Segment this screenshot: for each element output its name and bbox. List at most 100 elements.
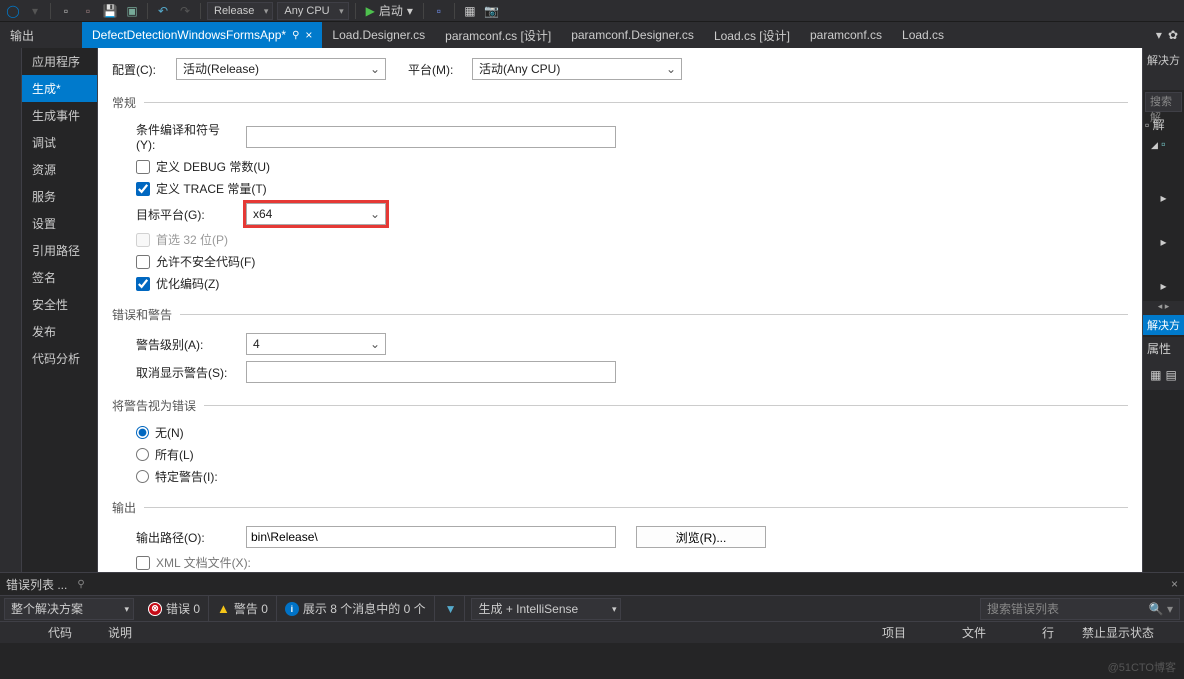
scroll-indicator[interactable]: ◂ ▸ bbox=[1143, 301, 1184, 315]
solution-explorer-panel: 解决方 搜索解 ▫ 解 ◢ ▫ ▸ ▸ ▸ ◂ ▸ 解决方 属性 ▦▤ bbox=[1142, 48, 1184, 572]
tabs-dropdown-icon[interactable]: ▾ bbox=[1156, 28, 1162, 42]
tree-expand-chevron-icon[interactable]: ▸ bbox=[1160, 191, 1166, 205]
define-trace-checkbox[interactable]: 定义 TRACE 常量(T) bbox=[136, 180, 1128, 197]
allow-unsafe-checkbox[interactable]: 允许不安全代码(F) bbox=[136, 253, 1128, 270]
solution-tree[interactable]: ▫ 解 ◢ ▫ ▸ ▸ ▸ bbox=[1143, 114, 1184, 301]
tabs-settings-icon[interactable]: ✿ bbox=[1168, 28, 1178, 42]
suppress-warn-input[interactable] bbox=[246, 361, 616, 383]
alphabetize-icon[interactable]: ▤ bbox=[1166, 368, 1177, 382]
sidebar-item-build[interactable]: 生成* bbox=[22, 75, 97, 102]
tab-paramconf-designer[interactable]: paramconf.Designer.cs bbox=[561, 22, 704, 48]
saveall-icon[interactable]: ▣ bbox=[123, 2, 141, 20]
nav-fwd-icon[interactable]: ▾ bbox=[26, 2, 44, 20]
save-icon[interactable]: 💾 bbox=[101, 2, 119, 20]
tree-expand-chevron-icon[interactable]: ▸ bbox=[1160, 235, 1166, 249]
header-file[interactable]: 文件 bbox=[954, 624, 1034, 641]
messages-filter-button[interactable]: i展示 8 个消息中的 0 个 bbox=[277, 596, 435, 622]
warn-level-label: 警告级别(A): bbox=[136, 336, 232, 353]
xml-doc-checkbox[interactable]: XML 文档文件(X): bbox=[136, 554, 1128, 571]
solution-explorer-tab[interactable]: 解决方 bbox=[1143, 315, 1184, 335]
sidebar-item-code-analysis[interactable]: 代码分析 bbox=[22, 345, 97, 372]
tool-icon-2[interactable]: ▦ bbox=[461, 2, 479, 20]
platform-dropdown[interactable]: 活动(Any CPU) bbox=[472, 58, 682, 80]
watermark-text: @51CTO博客 bbox=[1108, 659, 1176, 675]
tree-expand-icon[interactable]: ▫ bbox=[1145, 118, 1149, 132]
warn-err-all-radio[interactable]: 所有(L) bbox=[136, 446, 1128, 463]
properties-panel-title[interactable]: 属性 bbox=[1143, 337, 1184, 360]
tab-paramconf-design[interactable]: paramconf.cs [设计] bbox=[435, 22, 561, 48]
tab-paramconf-cs[interactable]: paramconf.cs bbox=[800, 22, 892, 48]
build-filter-dropdown[interactable]: 生成 + IntelliSense bbox=[471, 598, 621, 620]
properties-toolbar[interactable]: ▦▤ bbox=[1143, 360, 1184, 390]
sidebar-item-build-events[interactable]: 生成事件 bbox=[22, 102, 97, 129]
prefer-32bit-checkbox: 首选 32 位(P) bbox=[136, 231, 1128, 248]
warnings-filter-button[interactable]: ▲警告 0 bbox=[209, 596, 277, 622]
browse-button[interactable]: 浏览(R)... bbox=[636, 526, 766, 548]
categorize-icon[interactable]: ▦ bbox=[1150, 368, 1161, 382]
open-icon[interactable]: ▫ bbox=[79, 2, 97, 20]
solution-platform-dropdown[interactable]: Any CPU bbox=[277, 2, 348, 20]
close-icon[interactable]: × bbox=[305, 28, 312, 42]
tree-expand-chevron-icon[interactable]: ▸ bbox=[1160, 279, 1166, 293]
sidebar-item-services[interactable]: 服务 bbox=[22, 183, 97, 210]
tab-project-properties[interactable]: DefectDetectionWindowsFormsApp*⚲× bbox=[82, 22, 322, 48]
define-debug-checkbox[interactable]: 定义 DEBUG 常数(U) bbox=[136, 158, 1128, 175]
platform-label: 平台(M): bbox=[408, 61, 464, 78]
warn-err-specific-radio[interactable]: 特定警告(I): bbox=[136, 468, 1128, 485]
undo-icon[interactable]: ↶ bbox=[154, 2, 172, 20]
tree-collapse-icon[interactable]: ◢ bbox=[1151, 140, 1158, 150]
tab-load-designer[interactable]: Load.Designer.cs bbox=[322, 22, 435, 48]
sidebar-item-debug[interactable]: 调试 bbox=[22, 129, 97, 156]
build-settings-pane: 配置(C): 活动(Release) 平台(M): 活动(Any CPU) 常规… bbox=[98, 48, 1142, 572]
tool-icon-3[interactable]: 📷 bbox=[483, 2, 501, 20]
warn-level-dropdown[interactable]: 4 bbox=[246, 333, 386, 355]
tool-icon-1[interactable]: ▫ bbox=[430, 2, 448, 20]
section-warn-as-err-label: 将警告视为错误 bbox=[112, 397, 196, 414]
target-platform-dropdown[interactable]: x64 bbox=[246, 203, 386, 225]
sidebar-item-refpaths[interactable]: 引用路径 bbox=[22, 237, 97, 264]
errors-filter-button[interactable]: ⊗错误 0 bbox=[140, 596, 209, 622]
error-list-tab[interactable]: 错误列表 ... bbox=[6, 576, 67, 593]
sidebar-item-signing[interactable]: 签名 bbox=[22, 264, 97, 291]
left-tool-strip[interactable] bbox=[0, 48, 22, 572]
start-debug-button[interactable]: ▶启动 ▾ bbox=[362, 2, 417, 19]
warning-icon: ▲ bbox=[217, 601, 230, 616]
output-panel-label[interactable]: 输出 bbox=[0, 22, 82, 48]
sidebar-item-resources[interactable]: 资源 bbox=[22, 156, 97, 183]
target-platform-label: 目标平台(G): bbox=[136, 206, 232, 223]
config-label: 配置(C): bbox=[112, 61, 168, 78]
section-errors-label: 错误和警告 bbox=[112, 306, 172, 323]
optimize-code-checkbox[interactable]: 优化编码(Z) bbox=[136, 275, 1128, 292]
sidebar-item-application[interactable]: 应用程序 bbox=[22, 48, 97, 75]
sidebar-item-security[interactable]: 安全性 bbox=[22, 291, 97, 318]
nav-back-icon[interactable]: ◯ bbox=[4, 2, 22, 20]
close-panel-icon[interactable]: × bbox=[1171, 577, 1178, 591]
section-output-label: 输出 bbox=[112, 499, 136, 516]
solution-toolbar[interactable] bbox=[1143, 72, 1184, 90]
solution-config-dropdown[interactable]: Release bbox=[207, 2, 273, 20]
header-project[interactable]: 项目 bbox=[874, 624, 954, 641]
tab-load-design[interactable]: Load.cs [设计] bbox=[704, 22, 800, 48]
info-icon: i bbox=[285, 602, 299, 616]
tab-load-cs[interactable]: Load.cs bbox=[892, 22, 954, 48]
solution-search-input[interactable]: 搜索解 bbox=[1145, 92, 1182, 112]
header-line[interactable]: 行 bbox=[1034, 624, 1074, 641]
new-icon[interactable]: ▫ bbox=[57, 2, 75, 20]
search-icon: 🔍 ▾ bbox=[1149, 602, 1173, 616]
error-icon: ⊗ bbox=[148, 602, 162, 616]
warn-err-none-radio[interactable]: 无(N) bbox=[136, 424, 1128, 441]
config-dropdown[interactable]: 活动(Release) bbox=[176, 58, 386, 80]
filter-icon-button[interactable]: ▼ bbox=[435, 596, 466, 622]
sidebar-item-settings[interactable]: 设置 bbox=[22, 210, 97, 237]
header-code[interactable]: 代码 bbox=[40, 624, 100, 641]
header-suppress[interactable]: 禁止显示状态 bbox=[1074, 624, 1184, 641]
redo-icon[interactable]: ↷ bbox=[176, 2, 194, 20]
error-search-input[interactable]: 搜索错误列表🔍 ▾ bbox=[980, 598, 1180, 620]
pin-icon[interactable]: ⚲ bbox=[292, 30, 299, 41]
output-path-input[interactable] bbox=[246, 526, 616, 548]
pin-icon[interactable]: ⚲ bbox=[77, 579, 84, 590]
sidebar-item-publish[interactable]: 发布 bbox=[22, 318, 97, 345]
scope-dropdown[interactable]: 整个解决方案 bbox=[4, 598, 134, 620]
cond-symbols-input[interactable] bbox=[246, 126, 616, 148]
header-description[interactable]: 说明 bbox=[100, 624, 874, 641]
